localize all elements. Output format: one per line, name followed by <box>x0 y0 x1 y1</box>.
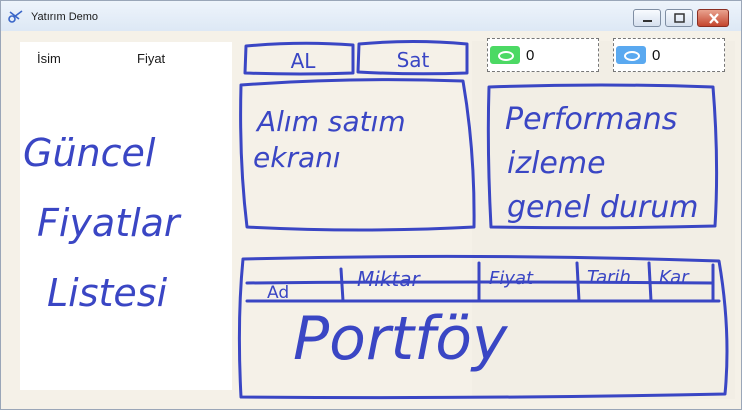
sell-button[interactable] <box>359 43 467 74</box>
portfolio-col-miktar: Miktar <box>357 267 421 291</box>
scissors-icon <box>8 10 23 23</box>
close-button[interactable] <box>697 9 729 27</box>
portfolio-grid[interactable] <box>243 301 723 395</box>
portfolio-col-ad: Ad <box>267 283 289 303</box>
title-bar[interactable]: Yatırım Demo <box>1 1 741 31</box>
balance-value-blue: 0 <box>652 47 661 64</box>
app-window: Yatırım Demo İsim Fiyat 0 0 AL Sat Günce… <box>0 0 742 410</box>
balance-toggle-blue[interactable] <box>616 46 646 64</box>
balance-field-blue[interactable]: 0 <box>613 38 725 72</box>
eye-icon <box>498 51 514 61</box>
trade-note-line2: ekranı <box>253 141 341 174</box>
col-header-name: İsim <box>37 51 61 66</box>
balance-field-green[interactable]: 0 <box>487 38 599 72</box>
price-list-panel[interactable] <box>20 42 232 390</box>
window-title: Yatırım Demo <box>31 11 99 23</box>
trade-note-line1: Alım satım <box>255 105 406 138</box>
minimize-button[interactable] <box>633 9 661 27</box>
col-header-price: Fiyat <box>137 51 166 66</box>
balance-toggle-green[interactable] <box>490 46 520 64</box>
eye-icon <box>624 51 640 61</box>
buy-button[interactable] <box>246 44 353 74</box>
maximize-button[interactable] <box>665 9 693 27</box>
balance-value-green: 0 <box>526 47 535 64</box>
